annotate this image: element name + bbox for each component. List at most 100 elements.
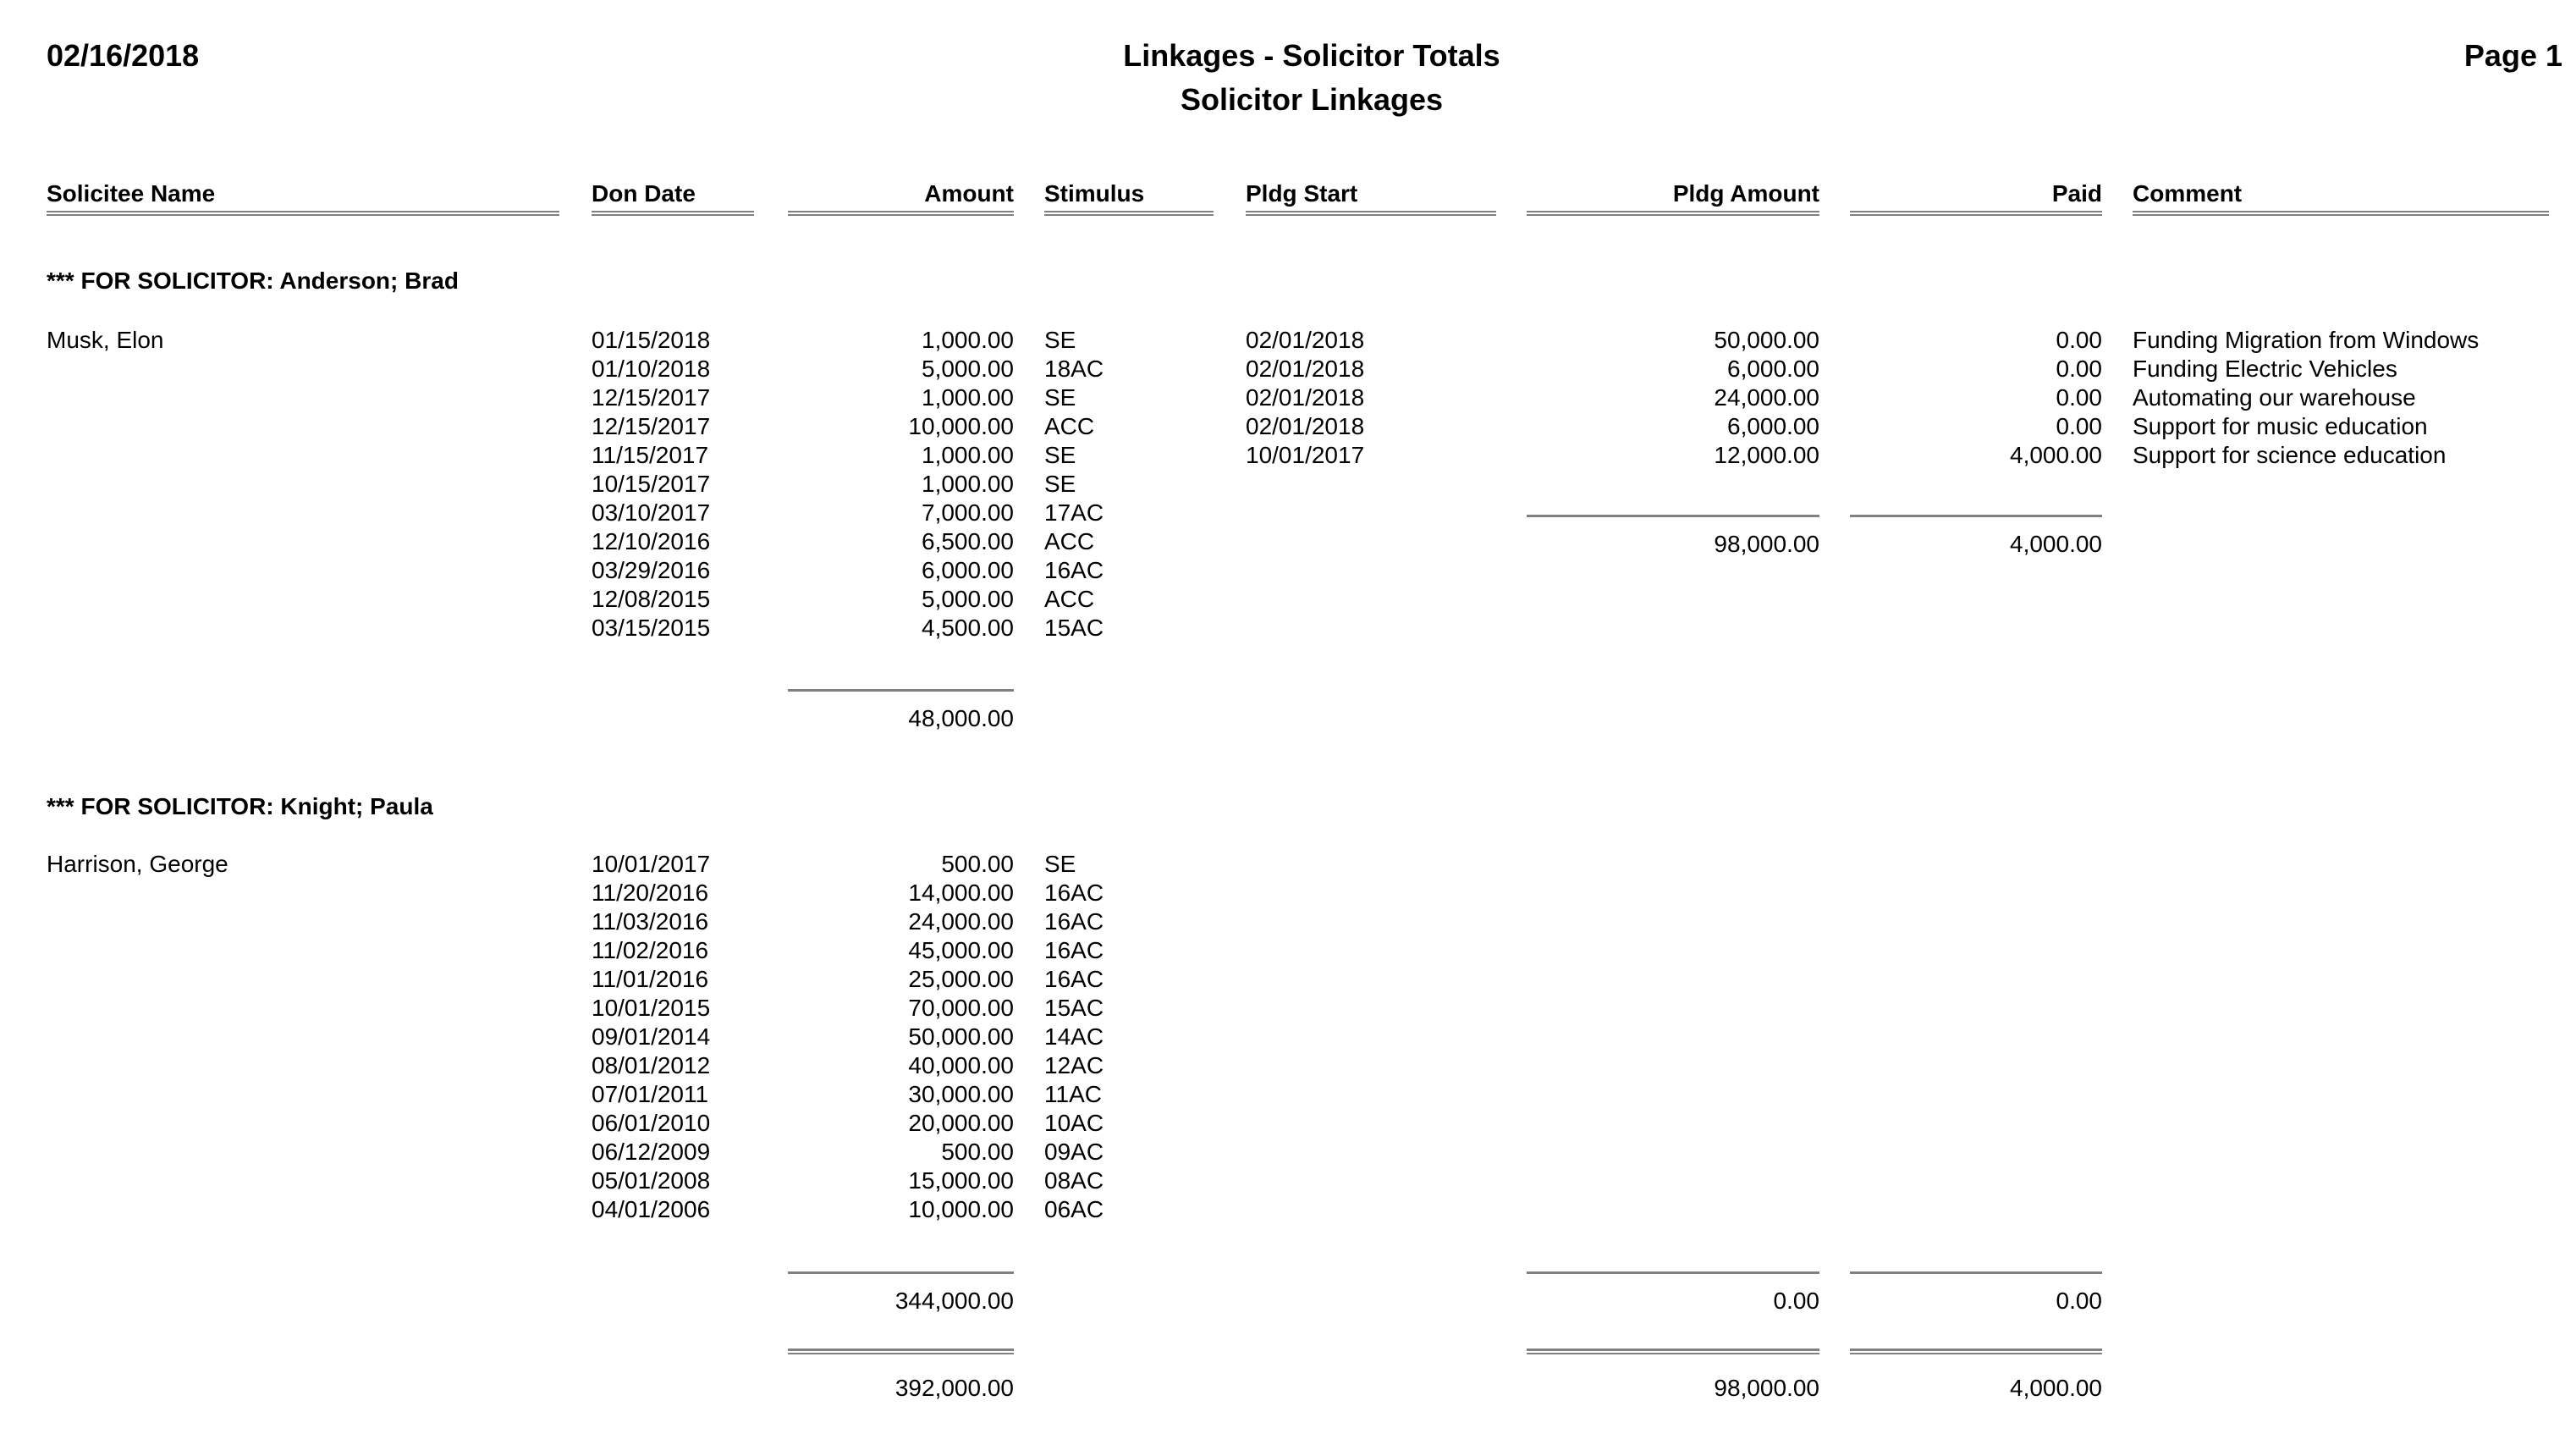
donation-date: 08/01/2012 — [592, 1052, 711, 1078]
subtotal-rule — [788, 1271, 1014, 1274]
donation-amount: 500.00 — [941, 1139, 1014, 1165]
donation-amount: 24,000.00 — [908, 908, 1014, 935]
pledge-amount: 50,000.00 — [1714, 327, 1819, 353]
pledge-start: 02/01/2018 — [1246, 384, 1365, 411]
col-header-pldg-amount: Pldg Amount — [1672, 180, 1819, 207]
donation-date: 06/12/2009 — [592, 1139, 711, 1165]
pledge-amount: 24,000.00 — [1714, 384, 1819, 411]
donation-date: 10/01/2015 — [592, 995, 711, 1021]
donation-stimulus: 16AC — [1044, 557, 1104, 583]
paid-column: 0.00 0.00 0.00 0.00 4,000.00 — [1850, 326, 2102, 470]
donation-amount: 7,000.00 — [922, 499, 1014, 526]
solicitee-name: Harrison, George — [47, 851, 228, 877]
pledge-paid: 0.00 — [2056, 384, 2103, 411]
donation-date: 01/10/2018 — [592, 356, 711, 382]
donation-stimulus: 15AC — [1044, 615, 1104, 641]
donation-stimulus: SE — [1044, 327, 1076, 353]
header-rule — [592, 211, 754, 216]
donation-date: 03/10/2017 — [592, 499, 711, 526]
donation-amount: 14,000.00 — [908, 880, 1014, 906]
donation-stimulus: 16AC — [1044, 908, 1104, 935]
pledge-comment: Funding Migration from Windows — [2133, 327, 2480, 353]
stimulus-column: SE 18AC SE ACC SE SE 17AC ACC 16AC ACC 15AC — [1044, 326, 1104, 643]
subtotal-rule — [1527, 1271, 1819, 1274]
subtotal-rule — [788, 689, 1014, 692]
donation-date: 01/15/2018 — [592, 327, 711, 353]
header-rule — [788, 211, 1014, 216]
donation-date: 06/01/2010 — [592, 1110, 711, 1136]
pledge-amount: 12,000.00 — [1714, 442, 1819, 468]
header-rule — [1850, 211, 2102, 216]
donation-amount: 1,000.00 — [922, 327, 1014, 353]
donation-date: 03/29/2016 — [592, 557, 711, 583]
subtotal-rule — [1850, 515, 2102, 517]
donation-date: 12/15/2017 — [592, 413, 711, 439]
pledge-subtotal: 98,000.00 — [1714, 531, 1819, 557]
donation-stimulus: 14AC — [1044, 1023, 1104, 1050]
paid-subtotal: 0.00 — [2056, 1288, 2103, 1314]
donation-amount: 40,000.00 — [908, 1052, 1014, 1078]
donation-stimulus: 16AC — [1044, 966, 1104, 992]
donation-amount: 5,000.00 — [922, 586, 1014, 612]
donation-amount: 10,000.00 — [908, 1196, 1014, 1222]
donation-stimulus: 16AC — [1044, 880, 1104, 906]
donation-stimulus: 15AC — [1044, 995, 1104, 1021]
subtotal-rule — [1527, 515, 1819, 517]
paid-subtotal: 4,000.00 — [2010, 531, 2102, 557]
donation-stimulus: ACC — [1044, 413, 1095, 439]
pledge-paid: 0.00 — [2056, 356, 2103, 382]
donation-date: 11/20/2016 — [592, 880, 709, 906]
header-rule — [47, 211, 559, 216]
donation-amount: 1,000.00 — [922, 384, 1014, 411]
pledge-start: 10/01/2017 — [1246, 442, 1365, 468]
donation-amount: 20,000.00 — [908, 1110, 1014, 1136]
donation-stimulus: 16AC — [1044, 937, 1104, 963]
donation-stimulus: 12AC — [1044, 1052, 1104, 1078]
pledge-paid: 4,000.00 — [2010, 442, 2102, 468]
donation-amount: 45,000.00 — [908, 937, 1014, 963]
col-header-don-date: Don Date — [592, 180, 696, 207]
pledge-amount: 6,000.00 — [1727, 413, 1819, 439]
pledge-comment: Support for music education — [2133, 413, 2428, 439]
grand-total-rule — [788, 1349, 1014, 1354]
pldg-amount-column: 50,000.00 6,000.00 24,000.00 6,000.00 12,000… — [1527, 326, 1819, 470]
donation-amount: 50,000.00 — [908, 1023, 1014, 1050]
amount-subtotal: 48,000.00 — [908, 705, 1014, 731]
donation-amount: 6,000.00 — [922, 557, 1014, 583]
header-rule — [1246, 211, 1496, 216]
pldg-start-column: 02/01/2018 02/01/2018 02/01/2018 02/01/2018… — [1246, 326, 1364, 470]
donation-amount: 30,000.00 — [908, 1081, 1014, 1107]
donation-date: 12/08/2015 — [592, 586, 711, 612]
donation-amount: 25,000.00 — [908, 966, 1014, 992]
donation-date: 04/01/2006 — [592, 1196, 711, 1222]
donation-stimulus: ACC — [1044, 528, 1095, 554]
don-date-column: 10/01/2017 11/20/2016 11/03/2016 11/02/2016… — [592, 850, 710, 1224]
pledge-paid: 0.00 — [2056, 413, 2103, 439]
pledge-paid: 0.00 — [2056, 327, 2103, 353]
donation-amount: 4,500.00 — [922, 615, 1014, 641]
donation-stimulus: 11AC — [1044, 1081, 1102, 1107]
donation-stimulus: ACC — [1044, 586, 1095, 612]
don-date-column: 01/15/2018 01/10/2018 12/15/2017 12/15/2017… — [592, 326, 710, 643]
header-rule — [2133, 211, 2549, 216]
subtotal-rule — [1850, 1271, 2102, 1274]
donation-stimulus: 18AC — [1044, 356, 1104, 382]
pledge-start: 02/01/2018 — [1246, 356, 1365, 382]
pledge-comment: Funding Electric Vehicles — [2133, 356, 2397, 382]
donation-amount: 10,000.00 — [908, 413, 1014, 439]
grand-total-pledge-amount: 98,000.00 — [1714, 1375, 1819, 1401]
pledge-subtotal: 0.00 — [1773, 1288, 1820, 1314]
col-header-solicitee-name: Solicitee Name — [47, 180, 216, 207]
donation-amount: 70,000.00 — [908, 995, 1014, 1021]
grand-total-rule — [1850, 1349, 2102, 1354]
donation-date: 10/15/2017 — [592, 471, 711, 497]
pledge-amount: 6,000.00 — [1727, 356, 1819, 382]
donation-amount: 1,000.00 — [922, 442, 1014, 468]
donation-amount: 6,500.00 — [922, 528, 1014, 554]
donation-date: 11/15/2017 — [592, 442, 709, 468]
col-header-pldg-start: Pldg Start — [1246, 180, 1358, 207]
grand-total-paid: 4,000.00 — [2010, 1375, 2102, 1401]
amount-subtotal: 344,000.00 — [894, 1288, 1014, 1314]
col-header-paid: Paid — [2051, 180, 2102, 207]
pledge-comment: Automating our warehouse — [2133, 384, 2416, 411]
